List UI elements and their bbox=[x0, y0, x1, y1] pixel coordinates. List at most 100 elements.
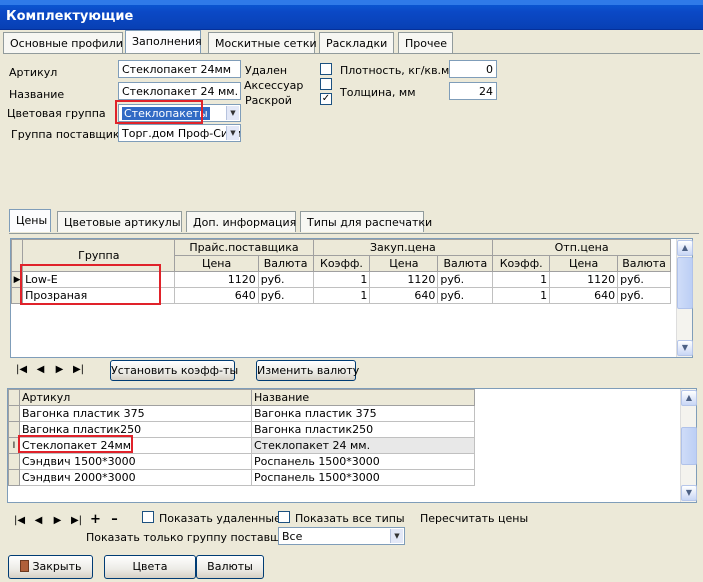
scroll-down-icon[interactable]: ▼ bbox=[681, 485, 697, 501]
cell[interactable]: 1 bbox=[492, 287, 551, 304]
last-record-icon[interactable]: ▶| bbox=[69, 364, 88, 375]
prev-record-icon[interactable]: ◀ bbox=[29, 515, 48, 526]
supplier-group-select[interactable]: Торг.дом Проф-Сити ▼ bbox=[118, 124, 241, 142]
cell[interactable]: руб. bbox=[617, 271, 671, 288]
tab-color-articles[interactable]: Цветовые артикулы bbox=[57, 211, 182, 232]
tab-extra-info[interactable]: Доп. информация bbox=[186, 211, 296, 232]
colors-button[interactable]: Цвета bbox=[104, 555, 196, 579]
cell[interactable]: 640 bbox=[174, 287, 259, 304]
cell[interactable]: Роспанель 1500*3000 bbox=[251, 469, 475, 486]
table-row[interactable]: Вагонка пластик 375 Вагонка пластик 375 bbox=[8, 405, 475, 422]
cell[interactable]: 640 bbox=[369, 287, 439, 304]
color-group-select[interactable]: Стеклопакеты ▼ bbox=[118, 104, 241, 122]
col-article: Артикул bbox=[19, 389, 252, 406]
cell[interactable]: Сэндвич 1500*3000 bbox=[19, 453, 252, 470]
cell[interactable]: Low-E bbox=[22, 271, 176, 288]
tab-main-profiles[interactable]: Основные профили bbox=[3, 32, 123, 53]
scroll-thumb[interactable] bbox=[681, 427, 697, 465]
scroll-thumb[interactable] bbox=[677, 257, 693, 309]
prev-record-icon[interactable]: ◀ bbox=[31, 364, 50, 375]
price-grid[interactable]: Группа Прайс.поставщика Закуп.цена Отп.ц… bbox=[10, 238, 693, 358]
cell[interactable]: Сэндвич 2000*3000 bbox=[19, 469, 252, 486]
first-record-icon[interactable]: |◀ bbox=[10, 515, 29, 526]
cell[interactable]: 1120 bbox=[174, 271, 259, 288]
deleted-checkbox[interactable] bbox=[320, 63, 332, 75]
tab-layouts[interactable]: Раскладки bbox=[319, 32, 394, 53]
row-indicator bbox=[10, 287, 24, 304]
components-grid-scrollbar[interactable]: ▲ ▼ bbox=[680, 389, 697, 502]
table-row[interactable]: Вагонка пластик250 Вагонка пластик250 bbox=[8, 421, 475, 438]
show-all-types-checkbox[interactable] bbox=[278, 511, 290, 523]
cell[interactable]: 1 bbox=[312, 287, 371, 304]
next-record-icon[interactable]: ▶ bbox=[50, 364, 69, 375]
scroll-down-icon[interactable]: ▼ bbox=[677, 340, 693, 356]
accessory-label: Аксессуар bbox=[244, 79, 304, 92]
tab-fillings[interactable]: Заполнения bbox=[125, 30, 202, 53]
close-button[interactable]: Закрыть bbox=[8, 555, 93, 579]
row-indicator bbox=[8, 469, 20, 486]
row-indicator bbox=[8, 453, 20, 470]
tab-label: Основные профили bbox=[10, 37, 123, 50]
currencies-button[interactable]: Валюты bbox=[196, 555, 264, 579]
cell[interactable]: Роспанель 1500*3000 bbox=[251, 453, 475, 470]
scroll-up-icon[interactable]: ▲ bbox=[681, 390, 697, 406]
cell[interactable]: руб. bbox=[617, 287, 671, 304]
cell[interactable]: Вагонка пластик 375 bbox=[19, 405, 252, 422]
show-all-types-label: Показать все типы bbox=[295, 512, 405, 525]
accessory-checkbox[interactable] bbox=[320, 78, 332, 90]
color-group-value: Стеклопакеты bbox=[122, 107, 210, 120]
tab-print-types[interactable]: Типы для распечатки bbox=[300, 211, 432, 232]
cell[interactable]: Стеклопакет 24 мм. bbox=[251, 437, 475, 454]
cell[interactable]: Вагонка пластик250 bbox=[251, 421, 475, 438]
table-row[interactable]: I Стеклопакет 24мм Стеклопакет 24 мм. bbox=[8, 437, 475, 454]
col-sale: Отп.цена bbox=[492, 239, 671, 256]
cell[interactable]: Прозраная bbox=[22, 287, 176, 304]
delete-record-icon[interactable]: – bbox=[105, 512, 124, 527]
cell[interactable]: 640 bbox=[549, 287, 619, 304]
components-grid[interactable]: Артикул Название Вагонка пластик 375 Ваго… bbox=[7, 388, 697, 503]
table-row[interactable]: ▶ Low-E 1120 руб. 1 1120 руб. 1 1120 руб… bbox=[10, 271, 671, 288]
next-record-icon[interactable]: ▶ bbox=[48, 515, 67, 526]
scroll-up-icon[interactable]: ▲ bbox=[677, 240, 693, 256]
cell[interactable]: 1 bbox=[312, 271, 371, 288]
chevron-down-icon[interactable]: ▼ bbox=[226, 106, 239, 120]
tab-other[interactable]: Прочее bbox=[398, 32, 453, 53]
cell[interactable]: 1120 bbox=[549, 271, 619, 288]
change-currency-button[interactable]: Изменить валюту bbox=[256, 360, 359, 381]
cell[interactable]: Вагонка пластик 375 bbox=[251, 405, 475, 422]
only-supplier-select[interactable]: Все ▼ bbox=[278, 527, 405, 545]
cell[interactable]: руб. bbox=[257, 287, 314, 304]
title-bar: Комплектующие bbox=[0, 0, 703, 30]
thickness-input[interactable]: 24 bbox=[449, 82, 497, 100]
chevron-down-icon[interactable]: ▼ bbox=[390, 529, 403, 543]
cell[interactable]: 1120 bbox=[369, 271, 439, 288]
set-coeff-button[interactable]: Установить коэфф-ты bbox=[110, 360, 238, 381]
name-input[interactable]: Стеклопакет 24 мм. bbox=[118, 82, 241, 100]
table-row[interactable]: Сэндвич 2000*3000 Роспанель 1500*3000 bbox=[8, 469, 475, 486]
sub-header: Валюта bbox=[437, 255, 494, 272]
article-input[interactable]: Стеклопакет 24мм bbox=[118, 60, 241, 78]
show-deleted-checkbox[interactable] bbox=[142, 511, 154, 523]
table-row[interactable]: Прозраная 640 руб. 1 640 руб. 1 640 руб. bbox=[10, 287, 671, 304]
cell[interactable]: руб. bbox=[437, 271, 494, 288]
cell[interactable]: руб. bbox=[257, 271, 314, 288]
first-record-icon[interactable]: |◀ bbox=[12, 364, 31, 375]
col-name: Название bbox=[251, 389, 475, 406]
col-purchase: Закуп.цена bbox=[312, 239, 494, 256]
tab-prices[interactable]: Цены bbox=[9, 209, 51, 232]
row-indicator bbox=[8, 405, 20, 422]
cell[interactable]: руб. bbox=[437, 287, 494, 304]
price-grid-scrollbar[interactable]: ▲ ▼ bbox=[676, 239, 693, 357]
recalc-prices-link[interactable]: Пересчитать цены bbox=[420, 512, 528, 525]
tab-mosquito-nets[interactable]: Москитные сетки bbox=[208, 32, 317, 53]
cell[interactable]: Стеклопакет 24мм bbox=[19, 437, 252, 454]
cell[interactable]: 1 bbox=[492, 271, 551, 288]
add-record-icon[interactable]: + bbox=[86, 512, 105, 527]
last-record-icon[interactable]: ▶| bbox=[67, 515, 86, 526]
cutting-checkbox[interactable]: ✓ bbox=[320, 93, 332, 105]
table-row[interactable]: Сэндвич 1500*3000 Роспанель 1500*3000 bbox=[8, 453, 475, 470]
chevron-down-icon[interactable]: ▼ bbox=[226, 126, 239, 140]
density-input[interactable]: 0 bbox=[449, 60, 497, 78]
sub-header: Коэфф. bbox=[492, 255, 551, 272]
cell[interactable]: Вагонка пластик250 bbox=[19, 421, 252, 438]
